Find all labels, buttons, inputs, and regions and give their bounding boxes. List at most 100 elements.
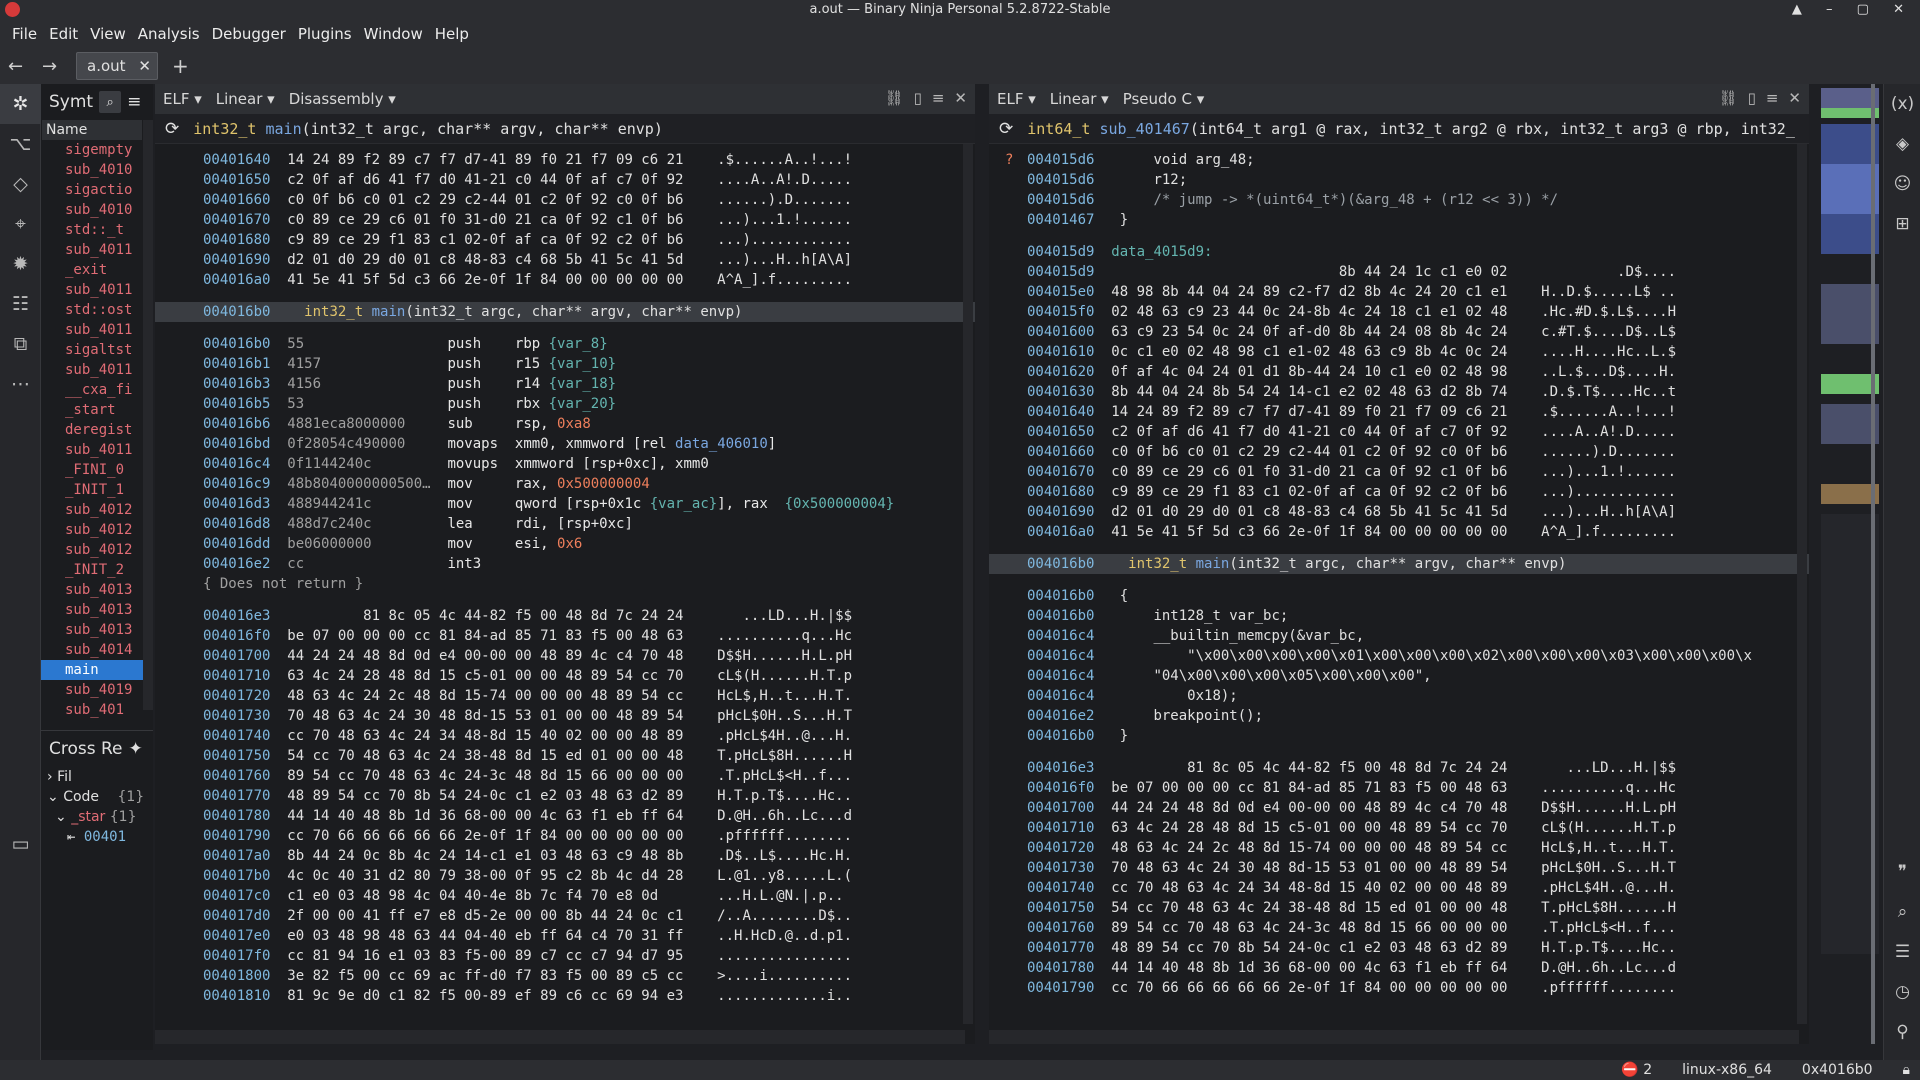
refresh-icon[interactable]: ⟳ [999, 119, 1013, 139]
code-address[interactable]: 004016b0 [1027, 588, 1094, 604]
hex-address[interactable]: 00401670 [203, 212, 270, 228]
right-mode-dropdown[interactable]: Pseudo C ▾ [1123, 90, 1205, 108]
hex-address[interactable]: 00401700 [1027, 800, 1094, 816]
func-address[interactable]: 004016b0 [1027, 556, 1094, 572]
symbol-item[interactable]: main [41, 660, 151, 680]
func-name[interactable]: main [1196, 556, 1230, 572]
search-icon[interactable]: ⌕ [1884, 892, 1920, 932]
hex-address[interactable]: 004017f0 [203, 948, 270, 964]
hierarchy-icon[interactable]: ☷ [0, 284, 41, 324]
hex-address[interactable]: 00401660 [203, 192, 270, 208]
hex-address[interactable]: 00401680 [1027, 484, 1094, 500]
hex-address[interactable]: 00401700 [203, 648, 270, 664]
split-icon[interactable]: ▯ [914, 89, 922, 107]
add-tab-icon[interactable]: + [172, 54, 189, 78]
hex-address[interactable]: 004015e0 [1027, 284, 1094, 300]
disasm-address[interactable]: 004016b5 [203, 396, 270, 412]
disasm-address[interactable]: 004016c9 [203, 476, 270, 492]
hex-address[interactable]: 00401770 [203, 788, 270, 804]
terminal-icon[interactable]: ▭ [0, 824, 41, 864]
right-pane-scrollbar[interactable] [1797, 144, 1807, 1024]
disasm-address[interactable]: 004016d3 [203, 496, 270, 512]
symbol-item[interactable]: sigempty [41, 140, 151, 160]
hex-address[interactable]: 00401720 [1027, 840, 1094, 856]
disasm-symbol[interactable]: data_406010 [675, 436, 768, 452]
disasm-address[interactable]: 004016b1 [203, 356, 270, 372]
menu-debugger[interactable]: Debugger [206, 25, 292, 43]
code-address[interactable]: 004016e2 [1027, 708, 1094, 724]
location-icon[interactable]: ⌖ [0, 204, 41, 244]
disasm-address[interactable]: 004016b3 [203, 376, 270, 392]
hex-address[interactable]: 00401680 [203, 232, 270, 248]
symbol-item[interactable]: sub_4011 [41, 280, 151, 300]
menu-icon[interactable]: ≡ [127, 92, 141, 112]
hex-address[interactable]: 004017e0 [203, 928, 270, 944]
hex-address[interactable]: 004017b0 [203, 868, 270, 884]
graph-icon[interactable]: ✲ [0, 84, 41, 124]
more-icon[interactable]: ⋯ [0, 364, 41, 404]
hex-address[interactable]: 00401610 [1027, 344, 1094, 360]
symbol-item[interactable]: sub_4011 [41, 320, 151, 340]
tab-a-out[interactable]: a.out ✕ [76, 52, 158, 80]
hex-address[interactable]: 00401660 [1027, 444, 1094, 460]
disasm-address[interactable]: 004016c4 [203, 456, 270, 472]
disasm-address[interactable]: 004016b0 [203, 336, 270, 352]
code-address[interactable]: 004016c4 [1027, 648, 1094, 664]
minimap[interactable] [1817, 84, 1883, 1044]
symbol-item[interactable]: sub_4014 [41, 640, 151, 660]
hex-address[interactable]: 00401690 [1027, 504, 1094, 520]
hex-address[interactable]: 00401780 [1027, 960, 1094, 976]
func-address[interactable]: 004016b0 [203, 304, 270, 320]
menu-file[interactable]: File [6, 25, 43, 43]
hex-address[interactable]: 00401650 [1027, 424, 1094, 440]
current-address[interactable]: 0x4016b0 [1802, 1060, 1873, 1080]
hex-address[interactable]: 00401710 [203, 668, 270, 684]
symbol-item[interactable]: _INIT_2 [41, 560, 151, 580]
refresh-icon[interactable]: ⟳ [165, 119, 179, 139]
symbol-item[interactable]: _FINI_0 [41, 460, 151, 480]
quote-icon[interactable]: ❞ [1884, 852, 1920, 892]
list-icon[interactable]: ☰ [1884, 932, 1920, 972]
hex-address[interactable]: 00401640 [1027, 404, 1094, 420]
window-controls[interactable]: ▲ – ▢ ✕ [1792, 0, 1914, 20]
hex-address[interactable]: 004017c0 [203, 888, 270, 904]
hex-address[interactable]: 00401790 [1027, 980, 1094, 996]
symbol-item[interactable]: sub_4010 [41, 200, 151, 220]
left-pane-hscrollbar[interactable] [155, 1030, 965, 1044]
hex-address[interactable]: 004016f0 [203, 628, 270, 644]
disasm-address[interactable]: 004016b6 [203, 416, 270, 432]
hex-address[interactable]: 004017a0 [203, 848, 270, 864]
hex-address[interactable]: 00401710 [1027, 820, 1094, 836]
symbol-item[interactable]: sub_4013 [41, 600, 151, 620]
symbol-item[interactable]: sub_4019 [41, 680, 151, 700]
hex-address[interactable]: 00401750 [203, 748, 270, 764]
menu-analysis[interactable]: Analysis [132, 25, 206, 43]
hex-address[interactable]: 00401740 [203, 728, 270, 744]
sig-function-name[interactable]: sub_401467 [1100, 120, 1190, 138]
symbol-item[interactable]: _exit [41, 260, 151, 280]
warning-icon[interactable]: ? [1005, 150, 1027, 170]
xrefs-ref-item[interactable]: ⇤ 00401 [41, 827, 153, 847]
hex-address[interactable]: 004016e3 [1027, 760, 1094, 776]
disasm-var[interactable]: {var_8} [549, 336, 608, 352]
split-icon[interactable]: ▯ [1748, 89, 1756, 107]
symbols-scrollbar[interactable] [143, 120, 153, 710]
xref-icon[interactable]: ⧉ [0, 324, 41, 364]
symbol-item[interactable]: sigactio [41, 180, 151, 200]
code-address[interactable]: 004016c4 [1027, 628, 1094, 644]
symbol-item[interactable]: sub_4012 [41, 520, 151, 540]
code-address[interactable]: 004015d6 [1027, 192, 1094, 208]
hex-address[interactable]: 004016a0 [203, 272, 270, 288]
hex-address[interactable]: 00401690 [203, 252, 270, 268]
error-count[interactable]: ⛔ 2 [1621, 1060, 1652, 1080]
hex-address[interactable]: 00401730 [203, 708, 270, 724]
menu-icon[interactable]: ≡ [932, 89, 945, 107]
left-mode-dropdown[interactable]: Disassembly ▾ [289, 90, 396, 108]
hex-address[interactable]: 00401720 [203, 688, 270, 704]
disasm-var[interactable]: {var_18} [549, 376, 616, 392]
link-icon[interactable]: ⛓ [1719, 89, 1738, 107]
xrefs-code-group[interactable]: ⌄ Code {1} [41, 787, 153, 807]
hex-address[interactable]: 00401670 [1027, 464, 1094, 480]
back-arrow-icon[interactable]: ← [8, 56, 28, 77]
minimap-splitter[interactable] [1809, 84, 1817, 1060]
